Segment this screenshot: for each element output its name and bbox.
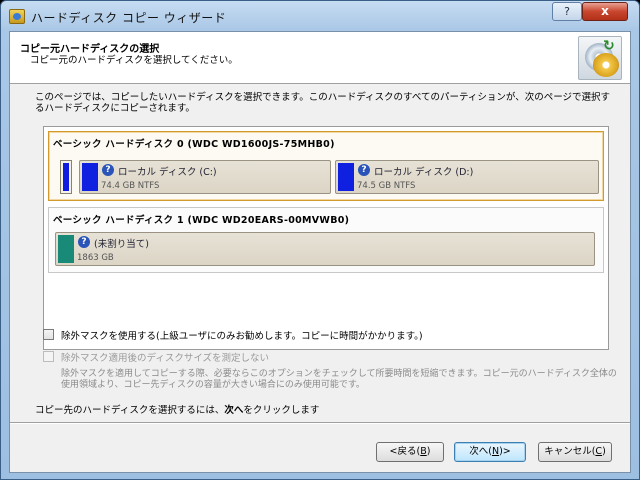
cancel-suffix: ) bbox=[602, 446, 606, 457]
next-accesskey: N bbox=[491, 446, 500, 457]
disk-0[interactable]: ベーシック ハードディスク 0 (WDC WD1600JS-75MHB0) ? … bbox=[48, 131, 604, 201]
disk-1[interactable]: ベーシック ハードディスク 1 (WDC WD20EARS-00MVWB0) ?… bbox=[48, 207, 604, 273]
partition-name: ローカル ディスク (C:) bbox=[118, 167, 217, 178]
partition-name: ローカル ディスク (D:) bbox=[374, 167, 474, 178]
exclusion-mask-checkbox[interactable] bbox=[43, 329, 54, 340]
partition-color-swatch bbox=[82, 163, 98, 191]
partition-size: 74.4 GB NTFS bbox=[101, 181, 160, 191]
disk-copy-icon: ↻ bbox=[578, 36, 622, 80]
disk-1-label: ベーシック ハードディスク 1 (WDC WD20EARS-00MVWB0) bbox=[53, 215, 350, 226]
disk-0-label: ベーシック ハードディスク 0 (WDC WD1600JS-75MHB0) bbox=[53, 139, 335, 150]
cancel-label: キャンセル( bbox=[544, 446, 596, 457]
window-title: ハードディスク コピー ウィザード bbox=[31, 11, 227, 25]
back-label: <戻る( bbox=[389, 446, 421, 457]
unknown-info-icon: ? bbox=[358, 164, 370, 176]
exclusion-mask-note: 除外マスクを適用してコピーする際、必要ならこのオプションをチェックして所要時間を… bbox=[61, 369, 617, 390]
help-button[interactable]: ? bbox=[552, 2, 582, 21]
disk-list[interactable]: ベーシック ハードディスク 0 (WDC WD1600JS-75MHB0) ? … bbox=[43, 126, 609, 350]
instruction-post: をクリックします bbox=[243, 405, 320, 416]
footer-divider bbox=[10, 422, 630, 424]
partition-c[interactable]: ? ローカル ディスク (C:) 74.4 GB NTFS bbox=[79, 160, 331, 194]
disk-0-system-partition[interactable] bbox=[60, 160, 72, 194]
instruction-bold: 次へ bbox=[224, 405, 244, 416]
wizard-window: ハードディスク コピー ウィザード ? x コピー元ハードディスクの選択 コピー… bbox=[0, 0, 640, 480]
partition-size: 1863 GB bbox=[77, 253, 114, 263]
exclusion-mask-label[interactable]: 除外マスクを使用する(上級ユーザにのみお勧めします。コピーに時間がかかります。) bbox=[61, 328, 423, 342]
close-button[interactable]: x bbox=[582, 2, 628, 21]
partition-color-swatch bbox=[338, 163, 354, 191]
next-button[interactable]: 次へ(N)> bbox=[454, 442, 526, 462]
unknown-info-icon: ? bbox=[102, 164, 114, 176]
partition-name: (未割り当て) bbox=[94, 239, 149, 250]
cancel-button[interactable]: キャンセル(C) bbox=[538, 442, 612, 462]
footer-instruction: コピー先のハードディスクを選択するには、次へをクリックします bbox=[35, 402, 319, 416]
page-subtitle: コピー元のハードディスクを選択してください。 bbox=[30, 55, 238, 66]
copy-arrow-icon: ↻ bbox=[603, 38, 615, 54]
wizard-client: コピー元ハードディスクの選択 コピー元のハードディスクを選択してください。 ↻ … bbox=[9, 31, 631, 473]
back-suffix: ) bbox=[426, 446, 431, 457]
partition-size: 74.5 GB NTFS bbox=[357, 181, 416, 191]
app-icon bbox=[9, 9, 25, 24]
unknown-info-icon: ? bbox=[78, 236, 90, 248]
page-description: このページでは、コピーしたいハードディスクを選択できます。このハードディスクのす… bbox=[35, 92, 611, 114]
wizard-header: コピー元ハードディスクの選択 コピー元のハードディスクを選択してください。 ↻ bbox=[10, 32, 630, 84]
measure-size-label: 除外マスク適用後のディスクサイズを測定しない bbox=[61, 353, 270, 364]
disc-icon bbox=[593, 53, 619, 77]
measure-size-checkbox bbox=[43, 351, 54, 362]
partition-d[interactable]: ? ローカル ディスク (D:) 74.5 GB NTFS bbox=[335, 160, 599, 194]
instruction-pre: コピー先のハードディスクを選択するには、 bbox=[35, 405, 225, 416]
back-button[interactable]: <戻る(B) bbox=[376, 442, 444, 462]
next-suffix: )> bbox=[499, 446, 511, 457]
partition-unallocated[interactable]: ? (未割り当て) 1863 GB bbox=[55, 232, 595, 266]
title-bar[interactable]: ハードディスク コピー ウィザード ? x bbox=[1, 1, 639, 31]
partition-color-swatch bbox=[58, 235, 74, 263]
next-label: 次へ( bbox=[469, 446, 492, 457]
